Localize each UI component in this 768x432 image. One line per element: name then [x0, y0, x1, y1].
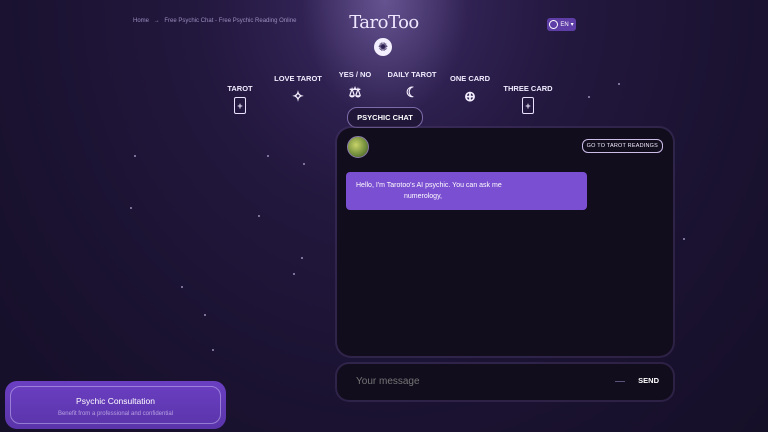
star	[588, 96, 590, 98]
tab-psychic-chat[interactable]: PSYCHIC CHAT	[347, 107, 423, 128]
chevron-down-icon: ▾	[570, 22, 574, 28]
breadcrumb: Home → Free Psychic Chat - Free Psychic …	[133, 18, 299, 24]
balance-icon: ⚖	[348, 84, 362, 100]
consultation-title: Psychic Consultation	[76, 396, 155, 406]
star	[301, 257, 303, 259]
language-label: EN	[560, 21, 569, 28]
moon-sun-emblem-icon: ✺	[374, 38, 392, 56]
star	[181, 286, 183, 288]
globe-icon: o	[549, 20, 559, 29]
message-line: numerology,	[404, 193, 443, 200]
nav-one-card[interactable]: ONE CARD ⊕	[448, 74, 492, 103]
language-selector[interactable]: o EN ▾	[547, 18, 576, 31]
nav-one-card-label: ONE CARD	[449, 74, 490, 83]
star	[204, 314, 206, 316]
star	[134, 155, 136, 157]
logo[interactable]: TaroToo	[346, 12, 422, 33]
orbit-card-icon: ⊕	[464, 88, 476, 104]
nav-daily-tarot[interactable]: DAILY TAROT ☾	[386, 70, 438, 99]
nav-tarot[interactable]: TAROT +	[226, 84, 254, 114]
consultation-subtitle: Benefit from a professional and confiden…	[57, 411, 174, 417]
message-bar: SEND	[337, 364, 673, 400]
star	[130, 207, 132, 209]
card-icon: +	[522, 97, 534, 114]
star	[303, 163, 305, 165]
avatar	[347, 136, 369, 158]
nav-yes-no-label: YES / NO	[338, 70, 372, 79]
chat-message-bubble: Hello, I'm Tarotoo's AI psychic. You can…	[346, 172, 587, 210]
breadcrumb-separator: →	[153, 18, 160, 24]
message-line: Hello, I'm Tarotoo's AI psychic. You can…	[356, 182, 502, 189]
chat-panel: GO TO TAROT READINGS Hello, I'm Tarotoo'…	[337, 128, 673, 356]
star	[212, 349, 214, 351]
breadcrumb-home[interactable]: Home	[133, 18, 149, 24]
star	[683, 238, 685, 240]
divider	[615, 381, 625, 382]
message-input[interactable]	[354, 375, 598, 388]
nav-three-card[interactable]: THREE CARD +	[502, 84, 554, 114]
psychic-consultation-button[interactable]: Psychic Consultation Benefit from a prof…	[5, 381, 226, 429]
go-to-tarot-readings-button[interactable]: GO TO TAROT READINGS	[581, 139, 663, 153]
star	[293, 273, 295, 275]
nav-tarot-label: TAROT	[227, 84, 253, 93]
nav-yes-no[interactable]: YES / NO ⚖	[334, 70, 376, 99]
heart-sparkle-icon: ✧	[292, 88, 304, 104]
star	[267, 155, 269, 157]
breadcrumb-current: Free Psychic Chat - Free Psychic Reading…	[164, 18, 297, 24]
send-button[interactable]: SEND	[638, 376, 659, 385]
star	[258, 215, 260, 217]
nav-love-tarot[interactable]: LOVE TAROT ✧	[273, 74, 323, 103]
moon-day-icon: ☾	[405, 84, 419, 100]
nav-three-card-label: THREE CARD	[503, 84, 553, 93]
star	[618, 83, 620, 85]
nav-love-tarot-label: LOVE TAROT	[274, 74, 322, 83]
card-icon: +	[234, 97, 246, 114]
nav-daily-tarot-label: DAILY TAROT	[387, 70, 437, 79]
